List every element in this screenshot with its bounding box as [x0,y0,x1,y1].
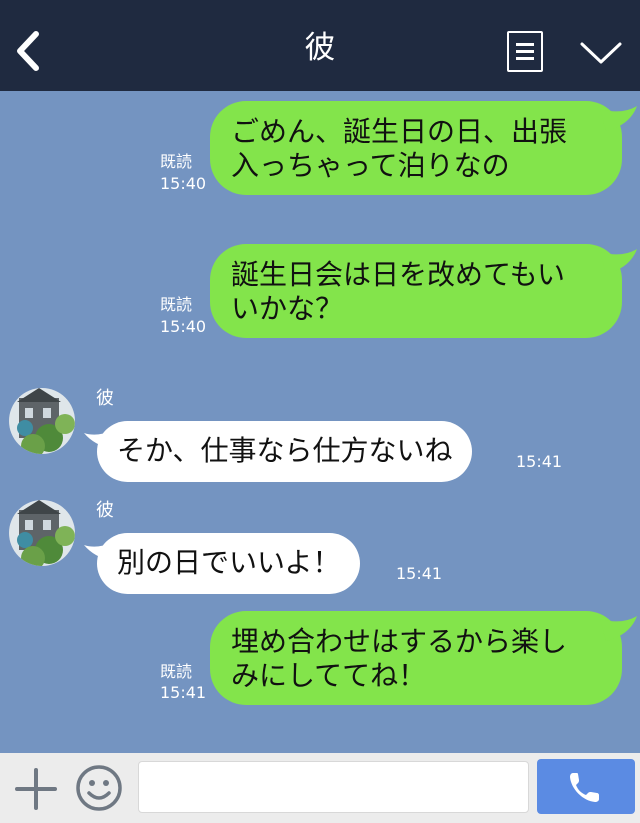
add-button[interactable] [14,767,58,811]
message-time: 15:41 [160,683,207,702]
call-button[interactable] [537,759,635,814]
sender-name: 彼 [96,388,114,409]
chat-area[interactable]: 既読 15:40 ごめん、誕生日の日、出張 入っちゃって泊りなの 既読 15:4… [0,91,640,753]
bubble-tail [600,106,637,131]
chevron-down-icon [580,42,622,64]
menu-button[interactable] [507,31,543,72]
menu-icon-line [516,50,534,53]
phone-icon [570,773,599,802]
avatar-image [9,500,75,566]
message-time: 15:40 [160,174,207,193]
read-receipt: 既読 [160,295,193,314]
message-bubble[interactable]: 埋め合わせはするから楽し みにしててね！ [210,611,622,705]
message-text-line: 入っちゃって泊りなの [231,149,510,182]
bubble-tail [600,616,637,641]
read-receipt: 既読 [160,152,193,171]
message-bubble[interactable]: そか、仕事なら仕方ないね [97,421,473,482]
message-bubble[interactable]: 誕生日会は日を改めてもい いかな？ [210,244,622,338]
menu-icon [516,43,534,46]
message-text-line: 埋め合わせはするから楽し [231,625,568,658]
collapse-button[interactable] [578,38,624,68]
message-bubble[interactable]: 別の日でいいよ！ [97,533,361,594]
menu-icon-line [516,57,534,60]
sender-name: 彼 [96,500,114,521]
message-text-line: みにしててね！ [231,659,427,692]
message-composer [0,753,640,823]
plus-icon [15,768,57,810]
message-time: 15:40 [160,317,207,336]
message-text-line: 誕生日会は日を改めてもい [231,258,566,291]
read-receipt: 既読 [160,662,193,681]
message-time: 15:41 [396,564,443,583]
avatar-image [9,388,75,454]
message-input[interactable] [138,761,529,813]
smiley-icon [76,765,122,811]
avatar[interactable] [9,388,75,454]
chat-header: 彼 [0,0,640,91]
emoji-button[interactable] [74,763,124,813]
bubble-tail [600,249,637,274]
message-bubble[interactable]: ごめん、誕生日の日、出張 入っちゃって泊りなの [210,101,622,195]
message-text-line: いかな？ [231,292,344,325]
chat-title: 彼 [304,30,336,66]
avatar[interactable] [9,500,75,566]
message-text-line: ごめん、誕生日の日、出張 [231,115,568,148]
message-time: 15:41 [516,452,563,471]
